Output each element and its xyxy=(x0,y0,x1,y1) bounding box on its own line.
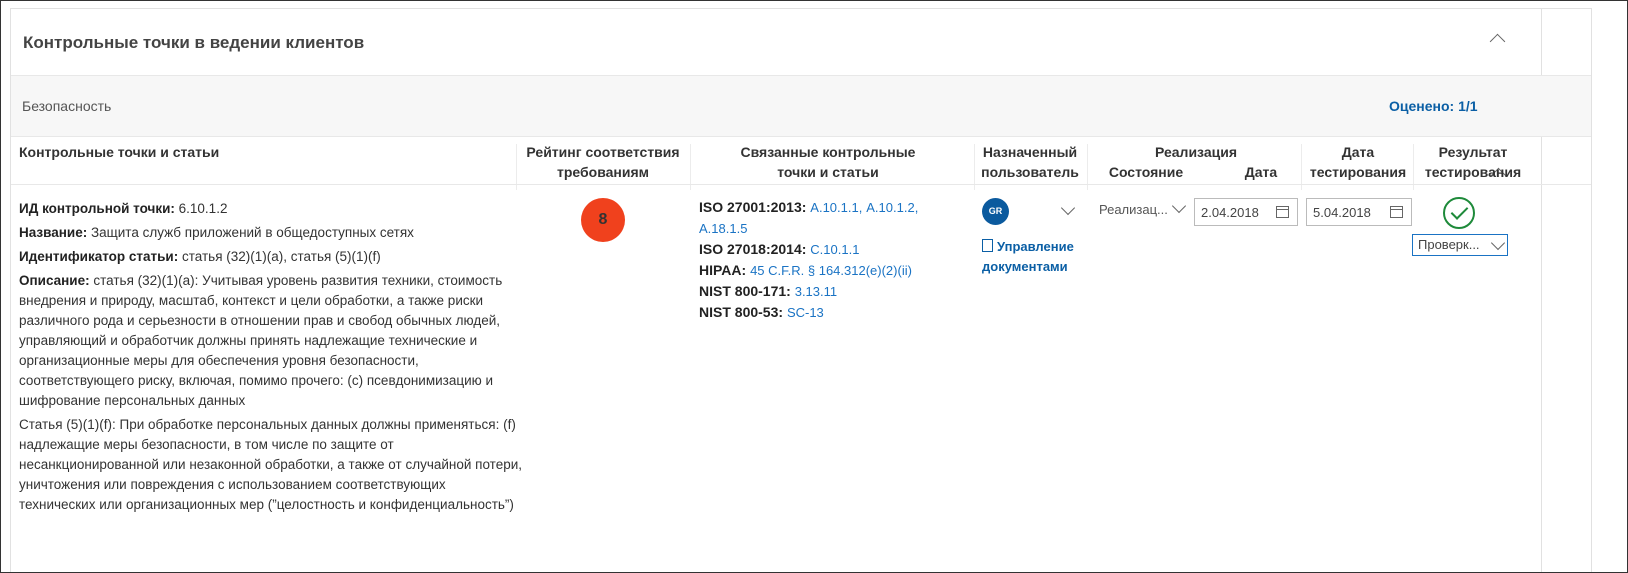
related-controls-list: ISO 27001:2013: A.10.1.1, A.10.1.2, A.18… xyxy=(699,197,959,323)
control-name-line: Название: Защита служб приложений в обще… xyxy=(19,225,414,240)
related-iso27001: ISO 27001:2013: A.10.1.1, A.10.1.2, A.18… xyxy=(699,199,919,236)
header-compliance-rating: Рейтинг соответствия требованиям xyxy=(526,144,680,180)
header-implementation: Реализация xyxy=(1154,144,1237,160)
header-test-result: Результат тестирования xyxy=(1424,144,1522,180)
description-line: Описание: статья (32)(1)(a): Учитывая ур… xyxy=(19,273,503,408)
related-hipaa: HIPAA: 45 C.F.R. § 164.312(e)(2)(ii) xyxy=(699,262,912,278)
control-details: ИД контрольной точки: 6.10.1.2 Название:… xyxy=(19,199,524,515)
section-bar-security[interactable]: Безопасность Оценено: 1/1 xyxy=(11,76,1591,184)
related-nist-800-53: NIST 800-53: SC-13 xyxy=(699,304,824,320)
collapse-card-chevron-up-icon[interactable] xyxy=(1489,33,1506,50)
control-id-line: ИД контрольной точки: 6.10.1.2 xyxy=(19,201,228,216)
header-related-controls: Связанные контрольные точки и статьи xyxy=(740,144,916,180)
compliance-rating-badge: 8 xyxy=(581,198,625,242)
test-result-chevron-down-icon[interactable] xyxy=(1490,235,1506,251)
description-paragraph-2: Статья (5)(1)(f): При обработке персонал… xyxy=(19,417,523,512)
link-hipaa-164-312[interactable]: 45 C.F.R. § 164.312(e)(2)(ii) xyxy=(750,263,912,278)
header-implementation-status: Состояние xyxy=(1108,164,1184,180)
link-c-10-1-1[interactable]: C.10.1.1 xyxy=(810,242,859,257)
header-implementation-date: Дата xyxy=(1244,164,1278,180)
assigned-user-chevron-down-icon[interactable] xyxy=(1060,200,1076,216)
header-assigned-user: Назначенный пользователь xyxy=(981,144,1079,180)
test-passed-check-icon xyxy=(1443,197,1475,229)
header-divider xyxy=(11,184,1591,185)
test-result-dropdown[interactable]: Проверк... xyxy=(1412,234,1508,256)
manage-documents-link[interactable]: Управление документами xyxy=(982,237,1092,277)
implementation-date-input[interactable]: 2.04.2018 xyxy=(1194,198,1298,226)
card-header[interactable]: Контрольные точки в ведении клиентов xyxy=(11,9,1591,76)
calendar-icon[interactable] xyxy=(1390,206,1403,218)
link-3-13-11[interactable]: 3.13.11 xyxy=(795,284,837,299)
link-a-18-1-5[interactable]: A.18.1.5 xyxy=(699,221,747,236)
calendar-icon[interactable] xyxy=(1276,206,1289,218)
customer-controls-card: Контрольные точки в ведении клиентов Без… xyxy=(10,8,1592,572)
link-sc-13[interactable]: SC-13 xyxy=(787,305,824,320)
related-nist-800-171: NIST 800-171: 3.13.11 xyxy=(699,283,838,299)
header-controls-and-articles: Контрольные точки и статьи xyxy=(19,144,220,160)
card-title: Контрольные точки в ведении клиентов xyxy=(23,33,365,52)
assessed-count: Оценено: 1/1 xyxy=(1389,98,1478,114)
article-id-line: Идентификатор статьи: статья (32)(1)(a),… xyxy=(19,249,381,264)
link-a-10-1-2[interactable]: A.10.1.2 xyxy=(866,200,914,215)
related-iso27018: ISO 27018:2014: C.10.1.1 xyxy=(699,241,860,257)
assigned-user-avatar[interactable]: GR xyxy=(982,198,1009,225)
section-label: Безопасность xyxy=(22,98,112,114)
test-date-input[interactable]: 5.04.2018 xyxy=(1306,198,1412,226)
link-a-10-1-1[interactable]: A.10.1.1 xyxy=(810,200,858,215)
document-icon xyxy=(982,239,993,252)
header-test-date: Дата тестирования xyxy=(1309,144,1407,180)
